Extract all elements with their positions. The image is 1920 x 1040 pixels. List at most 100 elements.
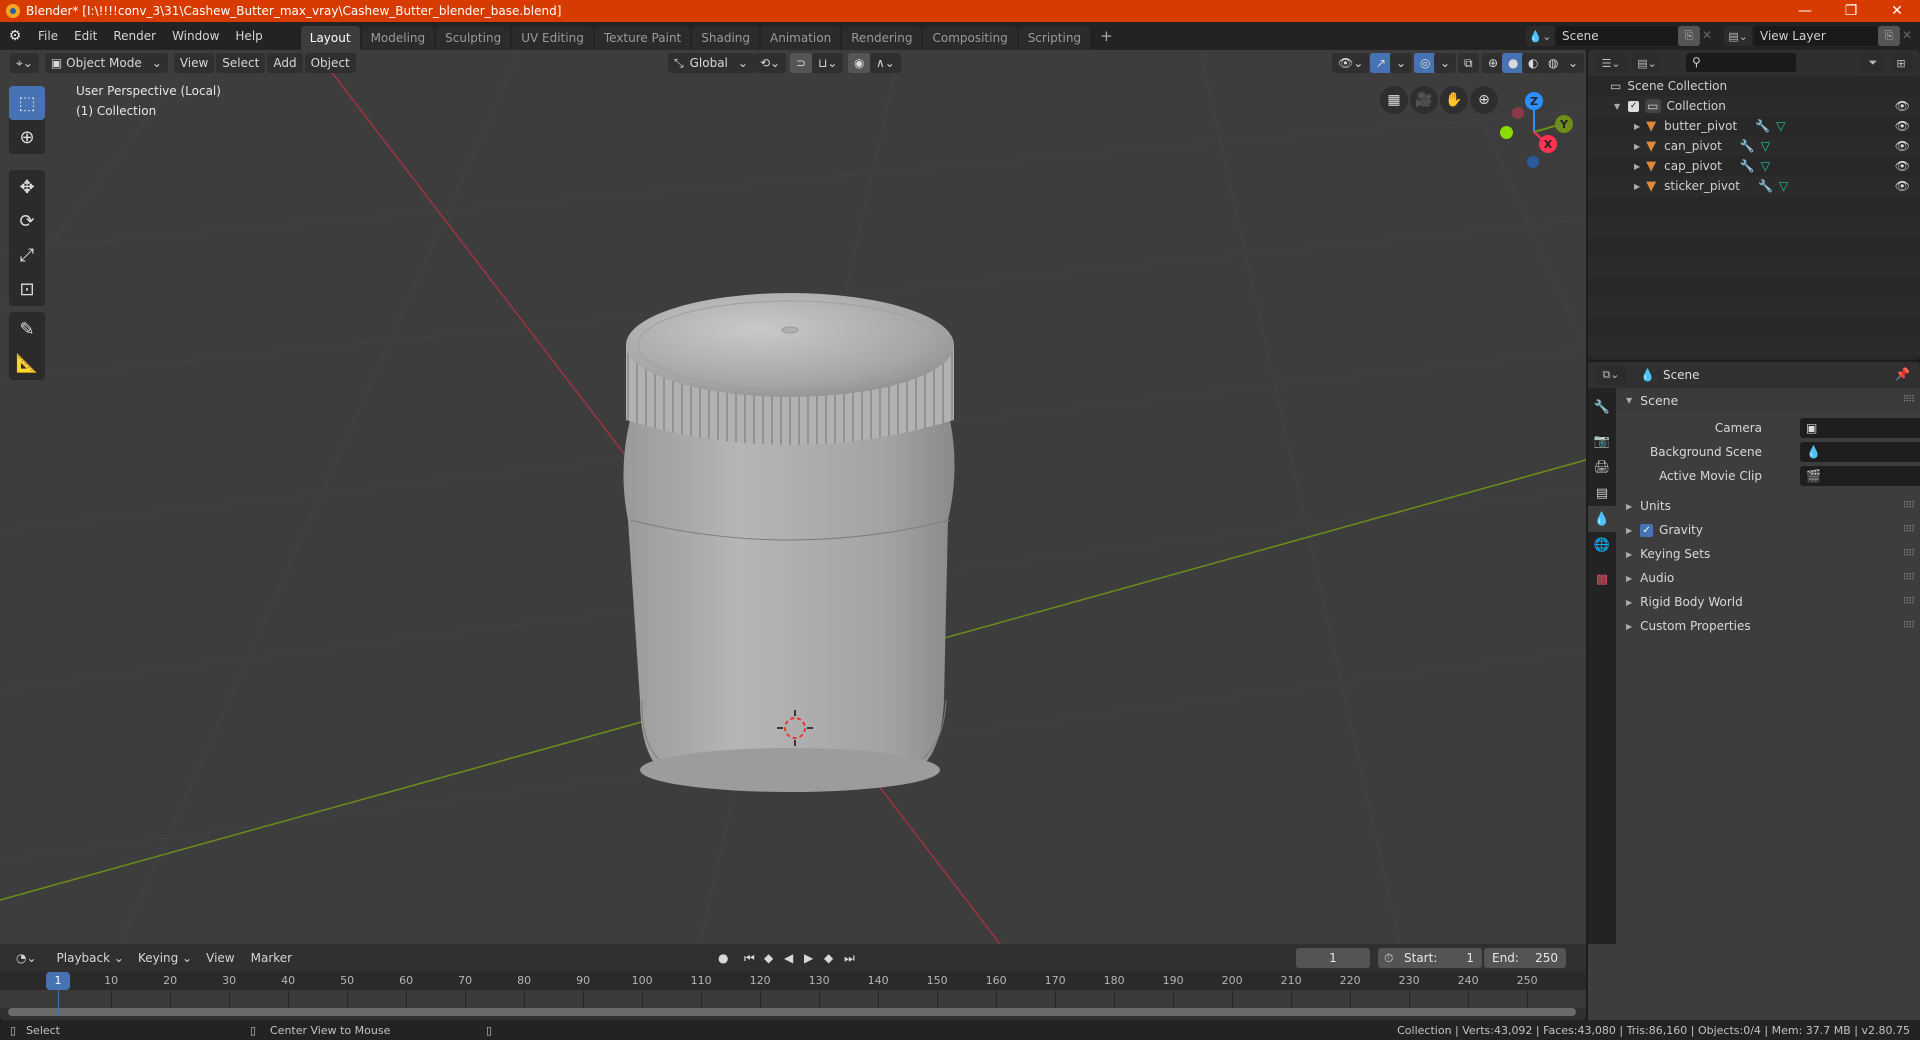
- view-layer-name-field[interactable]: View Layer: [1754, 26, 1878, 46]
- expand-icon[interactable]: ▶: [1634, 122, 1640, 131]
- outliner-search-input[interactable]: ⚲: [1686, 53, 1796, 72]
- measure-tool-icon[interactable]: 📐: [9, 346, 45, 380]
- tab-sculpting[interactable]: Sculpting: [436, 26, 511, 50]
- snap-target-icon[interactable]: ⊔⌄: [812, 53, 844, 73]
- scene-panel-header[interactable]: ▼ Scene ⠿⠿: [1616, 388, 1920, 412]
- move-tool-icon[interactable]: ✥: [9, 170, 45, 204]
- filter-icon[interactable]: ⏷: [1860, 53, 1886, 73]
- gizmo-neg-x-axis[interactable]: [1512, 107, 1524, 119]
- gizmo-toggle-icon[interactable]: ↗: [1370, 53, 1393, 73]
- new-view-layer-icon[interactable]: ⎘: [1878, 26, 1900, 46]
- audio-panel-header[interactable]: ▶ Audio ⠿⠿: [1616, 566, 1920, 590]
- view-layer-tab-icon[interactable]: ▤: [1588, 480, 1616, 506]
- world-tab-icon[interactable]: 🌐: [1588, 532, 1616, 558]
- timeline-track[interactable]: [0, 990, 1586, 1008]
- next-keyframe-icon[interactable]: ◆: [818, 948, 840, 968]
- modifier-wrench-icon[interactable]: 🔧: [1740, 159, 1755, 173]
- jump-to-end-icon[interactable]: ⏭: [838, 948, 861, 968]
- drag-handle-icon[interactable]: ⠿⠿: [1903, 549, 1915, 559]
- viewport-menu-add[interactable]: Add: [267, 53, 303, 73]
- gizmo-x-axis[interactable]: X: [1539, 135, 1557, 153]
- visibility-eye-icon[interactable]: 👁: [1895, 119, 1910, 133]
- modifier-wrench-icon[interactable]: 🔧: [1740, 139, 1755, 153]
- tab-layout[interactable]: Layout: [300, 26, 360, 50]
- blender-menu-icon[interactable]: ⚙: [0, 28, 30, 44]
- current-frame-field[interactable]: 1: [1296, 948, 1370, 968]
- tab-scripting[interactable]: Scripting: [1018, 26, 1091, 50]
- camera-field[interactable]: ▣⚲: [1800, 418, 1920, 438]
- expand-icon[interactable]: ▶: [1634, 162, 1640, 171]
- cursor-tool-icon[interactable]: ⊕: [9, 120, 45, 154]
- scene-name-field[interactable]: Scene: [1556, 26, 1678, 46]
- play-reverse-icon[interactable]: ◀: [778, 948, 800, 968]
- transform-orientation-dropdown[interactable]: ⤡ Global ⌄: [668, 53, 754, 73]
- end-frame-field[interactable]: End: 250: [1484, 948, 1566, 968]
- viewport-menu-object[interactable]: Object: [304, 53, 356, 73]
- minimize-button[interactable]: —: [1782, 0, 1828, 22]
- gizmo-dropdown-icon[interactable]: ⌄: [1390, 53, 1413, 73]
- maximize-button[interactable]: ❐: [1828, 0, 1874, 22]
- properties-editor-type-icon[interactable]: ⧉⌄: [1596, 365, 1626, 385]
- output-tab-icon[interactable]: 🖨: [1588, 454, 1616, 480]
- mesh-data-icon[interactable]: ▽: [1776, 119, 1785, 133]
- tab-uv-editing[interactable]: UV Editing: [512, 26, 593, 50]
- timeline-menu-keying[interactable]: Keying ⌄: [131, 948, 199, 968]
- playhead-line[interactable]: [58, 990, 59, 1016]
- outliner-object-row[interactable]: ▶ ▼ cap_pivot 🔧 ▽ 👁: [1588, 156, 1920, 176]
- collection-row[interactable]: ▼ ✓ ▭ Collection 👁: [1588, 96, 1920, 116]
- outliner-object-row[interactable]: ▶ ▼ sticker_pivot 🔧 ▽ 👁: [1588, 176, 1920, 196]
- viewport-menu-select[interactable]: Select: [216, 53, 266, 73]
- outliner-editor-type-icon[interactable]: ☰⌄: [1596, 53, 1626, 73]
- scene-tab-icon[interactable]: 💧: [1588, 506, 1616, 532]
- previous-keyframe-icon[interactable]: ◆: [758, 948, 780, 968]
- selectability-visibility-icon[interactable]: 👁⌄: [1332, 53, 1370, 73]
- drag-handle-icon[interactable]: ⠿⠿: [1903, 621, 1915, 631]
- modifier-wrench-icon[interactable]: 🔧: [1755, 119, 1770, 133]
- proportional-edit-icon[interactable]: ◉: [848, 53, 871, 73]
- gizmo-neg-y-axis[interactable]: [1500, 126, 1513, 139]
- tab-animation[interactable]: Animation: [761, 26, 841, 50]
- mesh-data-icon[interactable]: ▽: [1761, 159, 1770, 173]
- drag-handle-icon[interactable]: ⠿⠿: [1903, 573, 1915, 583]
- timeline-menu-playback[interactable]: Playback ⌄: [50, 948, 130, 968]
- timeline-scrollbar[interactable]: [8, 1008, 1576, 1016]
- pin-icon[interactable]: 📌: [1895, 367, 1910, 381]
- select-box-tool-icon[interactable]: ⬚: [9, 86, 45, 120]
- 3d-viewport[interactable]: ⌖⌄ ▣ Object Mode ⌄ View Select Add Object …: [0, 50, 1586, 944]
- texture-tab-icon[interactable]: ▩: [1588, 566, 1616, 592]
- collection-exclude-checkbox[interactable]: ✓: [1628, 100, 1640, 112]
- display-mode-icon[interactable]: ▤⌄: [1632, 53, 1662, 73]
- scale-tool-icon[interactable]: ⤢: [9, 238, 45, 272]
- background-scene-field[interactable]: 💧: [1800, 442, 1920, 462]
- scene-browse-icon[interactable]: 💧⌄: [1526, 26, 1554, 46]
- toggle-camera-view-grid-icon[interactable]: ▦: [1380, 86, 1408, 114]
- mode-selector[interactable]: ▣ Object Mode ⌄: [44, 53, 168, 73]
- collection-expand-icon[interactable]: ▼: [1614, 102, 1620, 111]
- navigation-gizmo[interactable]: Z Y X: [1490, 80, 1586, 180]
- drag-handle-icon[interactable]: ⠿⠿: [1903, 597, 1915, 607]
- add-workspace-button[interactable]: +: [1092, 22, 1121, 50]
- visibility-eye-icon[interactable]: 👁: [1895, 139, 1910, 153]
- drag-handle-icon[interactable]: ⠿⠿: [1903, 395, 1915, 405]
- timeline-menu-view[interactable]: View: [198, 944, 242, 972]
- viewport-menu-view[interactable]: View: [173, 53, 215, 73]
- timeline-editor-type-icon[interactable]: ◔⌄: [10, 948, 43, 968]
- tool-tab-icon[interactable]: 🔧: [1588, 394, 1616, 420]
- play-icon[interactable]: ▶: [798, 948, 820, 968]
- timeline-ruler[interactable]: 10 20 30 40 50 60 70 80 90 100 110 120 130 140 150 160 1…: [0, 972, 1586, 990]
- rigid-body-world-panel-header[interactable]: ▶ Rigid Body World ⠿⠿: [1616, 590, 1920, 614]
- record-keyframe-icon[interactable]: ●: [712, 948, 735, 968]
- visibility-eye-icon[interactable]: 👁: [1895, 179, 1910, 193]
- annotate-tool-icon[interactable]: ✎: [9, 312, 45, 346]
- playhead-frame-indicator[interactable]: 1: [46, 972, 70, 990]
- tab-texture-paint[interactable]: Texture Paint: [594, 26, 691, 50]
- expand-icon[interactable]: ▶: [1634, 182, 1640, 191]
- menu-help[interactable]: Help: [227, 22, 270, 50]
- delete-scene-icon[interactable]: ✕: [1702, 28, 1712, 42]
- pan-view-icon[interactable]: ✋: [1440, 86, 1468, 114]
- gizmo-neg-z-axis[interactable]: [1527, 156, 1539, 168]
- outliner-object-row[interactable]: ▶ ▼ butter_pivot 🔧 ▽ 👁: [1588, 116, 1920, 136]
- view-layer-browse-icon[interactable]: ▤⌄: [1724, 26, 1752, 46]
- drag-handle-icon[interactable]: ⠿⠿: [1903, 525, 1915, 535]
- close-button[interactable]: ✕: [1874, 0, 1920, 22]
